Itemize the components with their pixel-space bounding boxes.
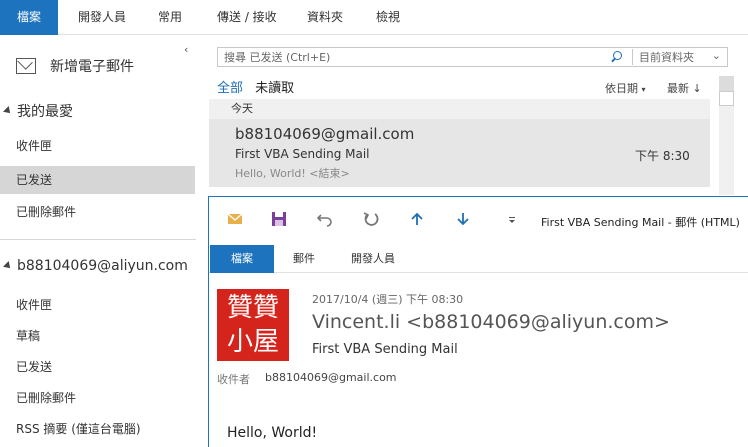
nav-deleted[interactable]: 已刪除郵件 (0, 384, 195, 412)
nav-favorite-inbox[interactable]: 收件匣 (0, 132, 195, 160)
window-title: First VBA Sending Mail - 郵件 (HTML) (541, 216, 740, 229)
mail-icon (227, 213, 243, 224)
nav-favorite-sent[interactable]: 已发送 (0, 166, 195, 194)
tab-developer[interactable]: 開發人員 (78, 0, 126, 35)
message-list-pane: 搜尋 已发送 (Ctrl+E) 目前資料夾 ⌄ 全部 未讀取 依日期 ▾ 最新 … (209, 35, 748, 195)
redo-icon[interactable] (363, 211, 379, 227)
nav-drafts[interactable]: 草稿 (0, 322, 195, 350)
group-today-label: 今天 (231, 102, 253, 115)
arrow-up-icon[interactable] (409, 211, 425, 227)
account-label: b88104069@aliyun.com (17, 258, 188, 274)
filter-unread[interactable]: 未讀取 (255, 81, 294, 96)
tab-file[interactable]: 檔案 (210, 245, 274, 273)
tab-file[interactable]: 檔案 (0, 0, 58, 35)
message-sender[interactable]: Vincent.li <b88104069@aliyun.com> (312, 311, 670, 333)
message-ribbon-tabs: 檔案 郵件 開發人員 (209, 245, 748, 273)
list-scrollbar[interactable] (719, 76, 734, 195)
message-subject: First VBA Sending Mail (312, 342, 458, 357)
save-icon[interactable] (271, 211, 287, 227)
tab-developer[interactable]: 開發人員 (351, 245, 395, 273)
list-item-preview: Hello, World! <結束> (235, 167, 350, 180)
filter-bar: 全部 未讀取 (217, 77, 294, 96)
folder-pane: ‹ 新增電子郵件 我的最愛 收件匣 已发送 已刪除郵件 b88104069@al… (0, 35, 196, 447)
list-item-sender: b88104069@gmail.com (235, 125, 415, 143)
nav-rss[interactable]: RSS 摘要 (僅這台電腦) (0, 415, 195, 443)
new-mail-button[interactable]: 新增電子郵件 (16, 55, 134, 77)
sort-by-dropdown[interactable]: 依日期 ▾ (605, 80, 646, 96)
sort-order-button[interactable]: 最新 ↓ (667, 80, 702, 96)
customize-toolbar-icon[interactable] (507, 211, 517, 227)
nav-favorite-deleted[interactable]: 已刪除郵件 (0, 198, 195, 226)
avatar-text: 贊贊小屋 (226, 293, 279, 357)
scroll-thumb[interactable] (719, 91, 734, 106)
list-item-subject: First VBA Sending Mail (235, 147, 370, 161)
message-header: 贊贊小屋 2017/10/4 (週三) 下午 08:30 Vincent.li … (209, 275, 748, 395)
nav-sent[interactable]: 已发送 (0, 353, 195, 381)
favorites-label: 我的最愛 (17, 104, 73, 120)
collapse-pane-button[interactable]: ‹ (184, 43, 188, 56)
quick-access-toolbar: First VBA Sending Mail - 郵件 (HTML) (209, 197, 748, 241)
new-mail-label: 新增電子郵件 (50, 59, 134, 75)
message-body[interactable]: Hello, World! (227, 425, 317, 441)
filter-all[interactable]: 全部 (217, 81, 243, 96)
ribbon-tabs: 檔案 開發人員 常用 傳送 / 接收 資料夾 檢視 (0, 0, 748, 35)
chevron-down-icon: ⌄ (711, 49, 721, 62)
tab-home[interactable]: 常用 (158, 0, 182, 35)
account-header[interactable]: b88104069@aliyun.com (3, 258, 188, 274)
tab-message[interactable]: 郵件 (293, 245, 315, 273)
tab-folder[interactable]: 資料夾 (307, 0, 343, 35)
sort-by-label: 依日期 (605, 82, 638, 95)
tab-send-receive[interactable]: 傳送 / 接收 (217, 0, 277, 35)
list-item[interactable]: b88104069@gmail.com First VBA Sending Ma… (209, 119, 710, 187)
scroll-up-button[interactable] (719, 76, 734, 91)
list-item-time: 下午 8:30 (635, 149, 690, 163)
group-header-today[interactable]: 今天 (209, 99, 710, 119)
search-box[interactable]: 搜尋 已发送 (Ctrl+E) 目前資料夾 ⌄ (217, 47, 728, 67)
search-input[interactable]: 搜尋 已发送 (Ctrl+E) (218, 49, 610, 65)
nav-divider (0, 239, 196, 240)
search-scope-dropdown[interactable]: 目前資料夾 ⌄ (632, 49, 727, 65)
message-date: 2017/10/4 (週三) 下午 08:30 (312, 293, 464, 306)
expand-triangle-icon (3, 261, 13, 271)
search-icon[interactable] (610, 51, 622, 63)
favorites-header[interactable]: 我的最愛 (3, 101, 73, 121)
expand-triangle-icon (3, 106, 13, 116)
new-mail-icon (16, 58, 36, 74)
avatar: 贊贊小屋 (217, 289, 289, 361)
nav-inbox[interactable]: 收件匣 (0, 291, 195, 319)
to-recipient[interactable]: b88104069@gmail.com (265, 371, 397, 384)
chevron-down-icon: ▾ (641, 85, 646, 94)
tab-view[interactable]: 檢視 (376, 0, 400, 35)
search-scope-label: 目前資料夾 (639, 51, 694, 64)
message-window: First VBA Sending Mail - 郵件 (HTML) 檔案 郵件… (208, 196, 748, 447)
undo-icon[interactable] (317, 211, 333, 227)
to-label: 收件者 (217, 373, 250, 386)
arrow-down-icon[interactable] (455, 211, 471, 227)
